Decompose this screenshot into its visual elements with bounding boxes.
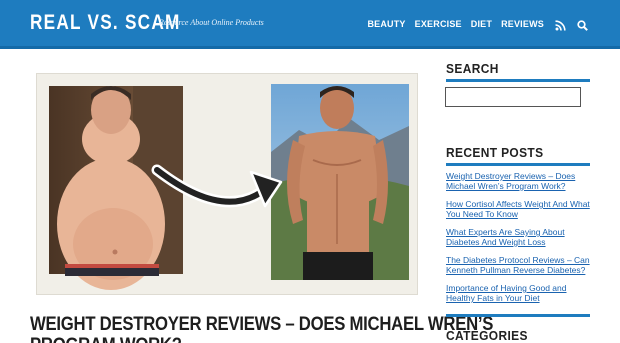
- recent-post-link[interactable]: The Diabetes Protocol Reviews – Can Kenn…: [446, 255, 596, 275]
- nav-item-diet[interactable]: DIET: [471, 19, 492, 29]
- search-icon[interactable]: [577, 18, 588, 31]
- featured-image[interactable]: [36, 73, 418, 295]
- list-item: The Diabetes Protocol Reviews – Can Kenn…: [446, 255, 596, 275]
- list-item: How Cortisol Affects Weight And What You…: [446, 199, 596, 219]
- list-item: Weight Destroyer Reviews – Does Michael …: [446, 171, 596, 191]
- nav-item-beauty[interactable]: BEAUTY: [367, 19, 405, 29]
- site-logo[interactable]: REAL VS. SCAM: [30, 11, 181, 35]
- categories-rule: [446, 314, 590, 317]
- post-title-line2[interactable]: PROGRAM WORK?: [30, 335, 382, 343]
- search-widget-rule: [446, 79, 590, 82]
- recent-posts-list: Weight Destroyer Reviews – Does Michael …: [446, 171, 596, 311]
- nav-item-exercise[interactable]: EXERCISE: [415, 19, 462, 29]
- site-header: REAL VS. SCAM Resource About Online Prod…: [0, 0, 620, 49]
- recent-post-link[interactable]: What Experts Are Saying About Diabetes A…: [446, 227, 596, 247]
- after-photo: [271, 84, 409, 280]
- recent-post-link[interactable]: How Cortisol Affects Weight And What You…: [446, 199, 596, 219]
- post-title-line1[interactable]: WEIGHT DESTROYER REVIEWS – DOES MICHAEL …: [30, 314, 493, 335]
- site-tagline: Resource About Online Products: [159, 18, 264, 27]
- rss-icon[interactable]: [555, 18, 566, 31]
- categories-title: CATEGORIES: [446, 328, 528, 343]
- sidebar-search-input[interactable]: [445, 87, 581, 107]
- nav-item-reviews[interactable]: REVIEWS: [501, 19, 544, 29]
- list-item: What Experts Are Saying About Diabetes A…: [446, 227, 596, 247]
- recent-posts-rule: [446, 163, 590, 166]
- recent-posts-title: RECENT POSTS: [446, 145, 544, 160]
- before-photo: [49, 86, 183, 290]
- main-nav: BEAUTY EXERCISE DIET REVIEWS: [358, 18, 588, 31]
- recent-post-link[interactable]: Importance of Having Good and Healthy Fa…: [446, 283, 596, 303]
- recent-post-link[interactable]: Weight Destroyer Reviews – Does Michael …: [446, 171, 596, 191]
- list-item: Importance of Having Good and Healthy Fa…: [446, 283, 596, 303]
- post-title[interactable]: WEIGHT DESTROYER REVIEWS – DOES MICHAEL …: [30, 314, 493, 343]
- search-widget-title: SEARCH: [446, 61, 499, 76]
